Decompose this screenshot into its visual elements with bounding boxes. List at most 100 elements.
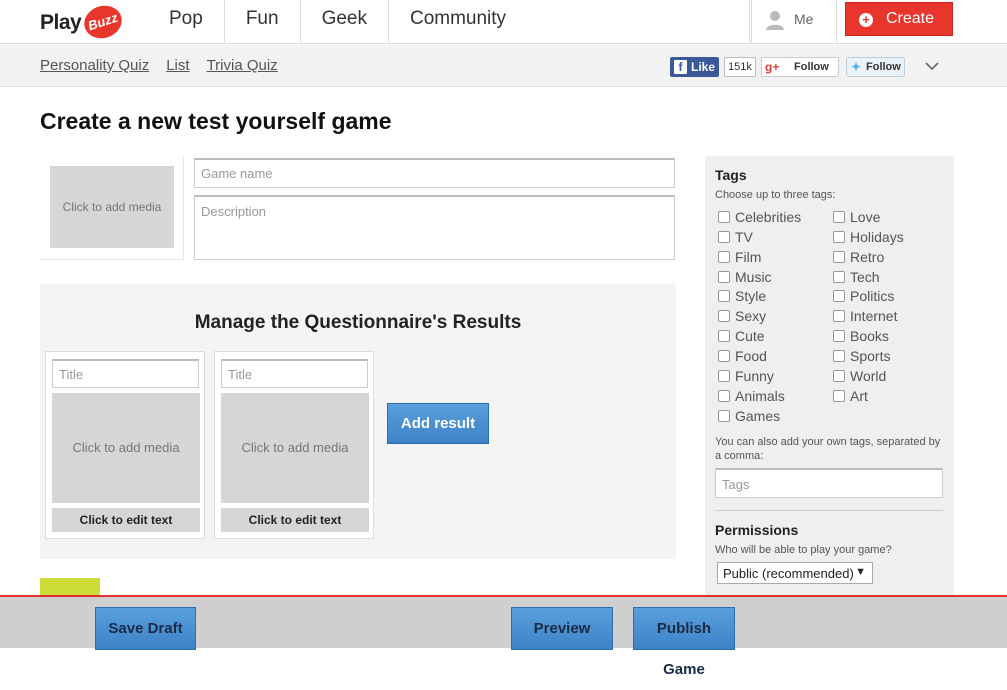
tag-label: Sexy (735, 308, 767, 325)
tag-label: Music (735, 268, 772, 285)
game-type-links: Personality Quiz List Trivia Quiz (40, 57, 295, 74)
tag-checkbox-love[interactable]: Love (833, 209, 880, 225)
checkbox[interactable] (718, 290, 730, 303)
tag-checkbox-world[interactable]: World (833, 368, 886, 384)
dropdown-arrow-icon: ▼ (855, 566, 866, 578)
tag-checkbox-internet[interactable]: Internet (833, 308, 897, 324)
result-edit-text[interactable]: Click to edit text (221, 508, 369, 532)
nav-geek[interactable]: Geek (301, 0, 389, 44)
tags-heading: Tags (715, 167, 747, 183)
tag-label: Food (735, 347, 767, 364)
google-plus-follow-button[interactable]: g+ Follow (761, 57, 839, 77)
nav-fun[interactable]: Fun (225, 0, 301, 44)
tag-checkbox-celebrities[interactable]: Celebrities (718, 209, 801, 225)
result-media-placeholder[interactable]: Click to add media (52, 393, 200, 503)
twitter-follow-label: Follow (866, 61, 901, 73)
chevron-down-icon[interactable] (924, 60, 940, 72)
checkbox[interactable] (833, 250, 845, 263)
google-plus-follow-label: Follow (794, 61, 829, 73)
results-title: Manage the Questionnaire's Results (194, 312, 522, 333)
tag-checkbox-sexy[interactable]: Sexy (718, 308, 766, 324)
tag-checkbox-games[interactable]: Games (718, 408, 780, 424)
sub-header: Personality Quiz List Trivia Quiz f Like… (0, 45, 1007, 87)
result-card: Title Click to add media Click to edit t… (214, 351, 374, 539)
tags-input[interactable]: Tags (715, 468, 943, 498)
results-panel: Manage the Questionnaire's Results Title… (40, 284, 676, 559)
checkbox[interactable] (833, 369, 845, 382)
tag-label: Animals (735, 387, 785, 404)
logo-play-text: Play (40, 11, 82, 34)
tag-checkbox-animals[interactable]: Animals (718, 388, 785, 404)
result-card: Title Click to add media Click to edit t… (45, 351, 205, 539)
checkbox[interactable] (833, 270, 845, 283)
checkbox[interactable] (718, 310, 730, 323)
result-edit-text[interactable]: Click to edit text (52, 508, 200, 532)
custom-tags-hint: You can also add your own tags, separate… (715, 436, 941, 462)
tag-label: Funny (735, 367, 774, 384)
add-result-button[interactable]: Add result (387, 403, 489, 444)
checkbox[interactable] (833, 349, 845, 362)
preview-button[interactable]: Preview (511, 607, 613, 650)
logo-buzz-badge: Buzz (79, 0, 127, 44)
tag-checkbox-art[interactable]: Art (833, 388, 868, 404)
checkbox[interactable] (833, 310, 845, 323)
link-list[interactable]: List (166, 57, 189, 74)
permissions-select[interactable]: Public (recommended) ▼ (717, 562, 873, 584)
tag-checkbox-sports[interactable]: Sports (833, 348, 890, 364)
tag-checkbox-retro[interactable]: Retro (833, 249, 884, 265)
result-media-placeholder[interactable]: Click to add media (221, 393, 369, 503)
tag-checkbox-tech[interactable]: Tech (833, 269, 880, 285)
checkbox[interactable] (718, 250, 730, 263)
checkbox[interactable] (718, 230, 730, 243)
checkbox[interactable] (718, 409, 730, 422)
checkbox[interactable] (718, 369, 730, 382)
game-name-input[interactable]: Game name (194, 158, 675, 188)
tag-checkbox-tv[interactable]: TV (718, 229, 753, 245)
facebook-like-label: Like (691, 60, 716, 74)
facebook-like-button[interactable]: f Like (670, 57, 719, 77)
checkbox[interactable] (718, 211, 730, 223)
publish-game-button[interactable]: Publish Game (633, 607, 735, 678)
permissions-heading: Permissions (715, 522, 799, 538)
tag-checkbox-music[interactable]: Music (718, 269, 772, 285)
tag-checkbox-books[interactable]: Books (833, 328, 889, 344)
game-media-placeholder[interactable]: Click to add media (50, 166, 174, 248)
checkbox[interactable] (833, 389, 845, 402)
checkbox[interactable] (718, 389, 730, 402)
tag-checkbox-style[interactable]: Style (718, 288, 766, 304)
checkbox[interactable] (718, 349, 730, 362)
game-media-box: Click to add media (40, 156, 184, 260)
checkbox[interactable] (833, 211, 845, 223)
twitter-follow-button[interactable]: ✦ Follow (846, 57, 905, 77)
facebook-icon: f (674, 60, 687, 74)
user-menu[interactable]: Me (749, 0, 837, 44)
checkbox[interactable] (833, 290, 845, 303)
tag-checkbox-holidays[interactable]: Holidays (833, 229, 904, 245)
link-trivia-quiz[interactable]: Trivia Quiz (207, 57, 278, 74)
create-button[interactable]: + Create (845, 2, 953, 36)
checkbox[interactable] (718, 330, 730, 343)
nav-pop[interactable]: Pop (148, 0, 225, 44)
checkbox[interactable] (718, 270, 730, 283)
tag-label: World (850, 367, 887, 384)
tag-checkbox-film[interactable]: Film (718, 249, 761, 265)
result-title-input[interactable]: Title (221, 359, 368, 388)
checkbox[interactable] (833, 230, 845, 243)
description-input[interactable]: Description (194, 195, 675, 260)
tag-label: Love (850, 209, 881, 225)
tag-checkbox-cute[interactable]: Cute (718, 328, 765, 344)
checkbox[interactable] (833, 330, 845, 343)
tag-checkbox-politics[interactable]: Politics (833, 288, 894, 304)
tags-hint: Choose up to three tags: (715, 189, 836, 201)
google-plus-icon: g+ (765, 60, 780, 74)
tag-label: Film (735, 248, 762, 265)
link-personality-quiz[interactable]: Personality Quiz (40, 57, 149, 74)
save-draft-button[interactable]: Save Draft (95, 607, 196, 650)
sidebar-divider (715, 510, 943, 511)
tag-checkbox-food[interactable]: Food (718, 348, 767, 364)
tag-label: Celebrities (735, 209, 802, 225)
tag-label: Holidays (850, 228, 904, 245)
tag-checkbox-funny[interactable]: Funny (718, 368, 774, 384)
nav-community[interactable]: Community (389, 0, 753, 44)
result-title-input[interactable]: Title (52, 359, 199, 388)
